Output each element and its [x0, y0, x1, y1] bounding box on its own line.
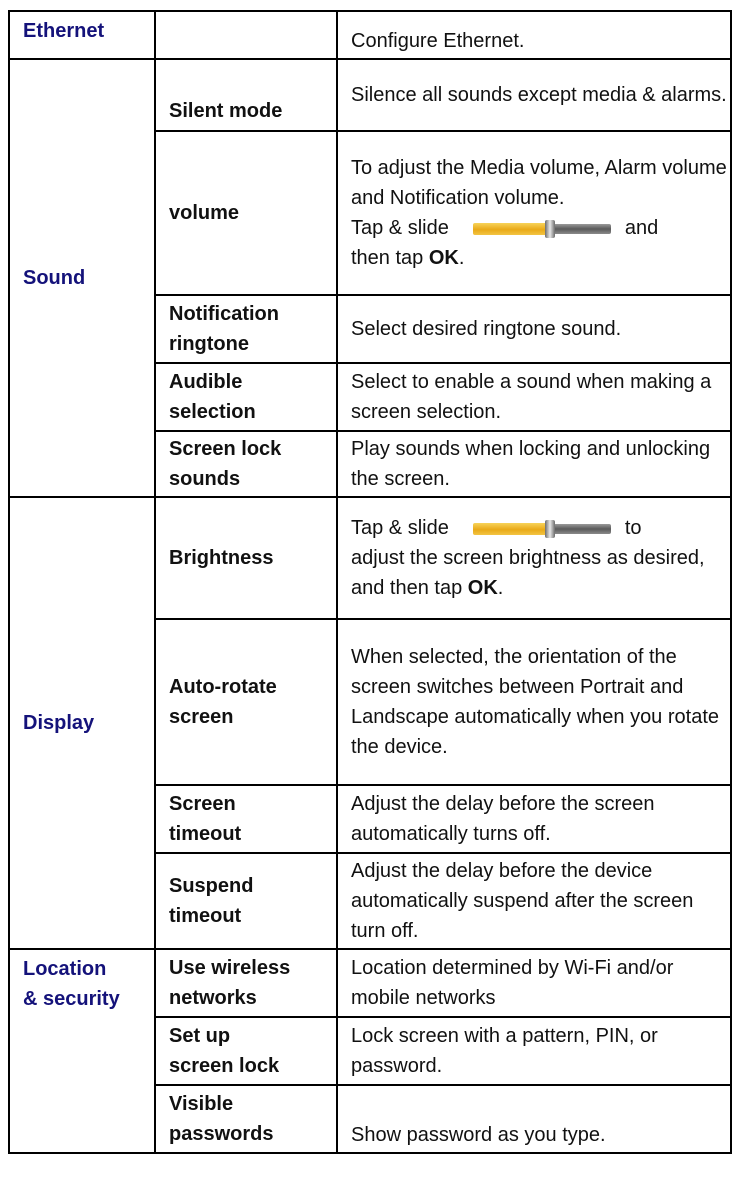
slider-thumb[interactable]	[545, 519, 556, 538]
brightness-tap-text: Tap & slide	[351, 517, 449, 539]
visible-pw-label-2: passwords	[169, 1123, 274, 1145]
screen-timeout-label-1: Screen	[169, 793, 236, 815]
brightness-slider[interactable]	[472, 519, 611, 538]
lock-sounds-label-1: Screen lock	[169, 438, 282, 460]
desc-audible-selection: Select to enable a sound when making a s…	[336, 362, 732, 432]
item-auto-rotate: Auto-rotate screen	[154, 618, 338, 786]
row-silent-mode: Sound Silent mode Silence all sounds exc…	[8, 58, 732, 498]
volume-desc-intro: To adjust the Media volume, Alarm volume…	[351, 157, 727, 209]
desc-suspend-timeout: Adjust the delay before the device autom…	[336, 852, 732, 950]
desc-auto-rotate: When selected, the orientation of the sc…	[336, 618, 732, 786]
item-volume: volume	[154, 130, 338, 296]
desc-notification-ringtone: Select desired ringtone sound.	[336, 294, 732, 364]
item-suspend-timeout: Suspend timeout	[154, 852, 338, 950]
brightness-period: .	[497, 577, 504, 599]
slider-thumb[interactable]	[545, 219, 556, 238]
item-screen-lock: Set up screen lock	[154, 1016, 338, 1086]
desc-screen-lock: Lock screen with a pattern, PIN, or pass…	[336, 1016, 732, 1086]
audible-label-1: Audible	[169, 371, 243, 393]
slider-track	[550, 223, 611, 234]
slider-fill	[472, 522, 551, 535]
screen-timeout-label-2: timeout	[169, 823, 242, 845]
row-wireless-networks: Location & security Use wireless networks …	[8, 948, 732, 1154]
wireless-label-1: Use wireless	[169, 957, 291, 979]
auto-rotate-label-2: screen	[169, 706, 234, 728]
brightness-desc-rest: adjust the screen brightness as desired,…	[351, 547, 705, 599]
location-label-2: & security	[23, 988, 120, 1010]
item-brightness: Brightness	[154, 496, 338, 620]
desc-silent-mode: Silence all sounds except media & alarms…	[336, 58, 732, 132]
brightness-to-text: to	[624, 517, 642, 539]
brightness-ok-text: OK	[467, 577, 498, 599]
row-brightness: Display Brightness Tap & slide to adjust …	[8, 496, 732, 950]
desc-ethernet: Configure Ethernet.	[336, 10, 732, 60]
item-screen-lock-sounds: Screen lock sounds	[154, 430, 338, 498]
desc-screen-lock-sounds: Play sounds when locking and unlocking t…	[336, 430, 732, 498]
volume-period: .	[458, 247, 465, 269]
screen-lock-label-1: Set up	[169, 1025, 231, 1047]
category-display: Display	[8, 496, 156, 950]
category-sound: Sound	[8, 58, 156, 498]
notification-label-2: ringtone	[169, 333, 249, 355]
desc-screen-timeout: Adjust the delay before the screen autom…	[336, 784, 732, 854]
category-ethernet: Ethernet	[8, 10, 156, 60]
desc-visible-passwords: Show password as you type.	[336, 1084, 732, 1154]
slider-track	[550, 523, 611, 534]
desc-volume: To adjust the Media volume, Alarm volume…	[336, 130, 732, 296]
item-wireless-networks: Use wireless networks	[154, 948, 338, 1018]
item-notification-ringtone: Notification ringtone	[154, 294, 338, 364]
screen-lock-label-2: screen lock	[169, 1055, 280, 1077]
volume-and-text: and	[624, 217, 659, 239]
item-visible-passwords: Visible passwords	[154, 1084, 338, 1154]
visible-pw-label-1: Visible	[169, 1093, 234, 1115]
suspend-timeout-label-2: timeout	[169, 905, 242, 927]
location-label-1: Location	[23, 958, 107, 980]
suspend-timeout-label-1: Suspend	[169, 875, 254, 897]
item-screen-timeout: Screen timeout	[154, 784, 338, 854]
notification-label-1: Notification	[169, 303, 279, 325]
volume-ok-text: OK	[428, 247, 459, 269]
item-ethernet-empty	[154, 10, 338, 60]
audible-label-2: selection	[169, 401, 256, 423]
row-ethernet: Ethernet Configure Ethernet.	[8, 10, 732, 60]
volume-slider[interactable]	[472, 219, 611, 238]
category-location-security: Location & security	[8, 948, 156, 1154]
auto-rotate-label-1: Auto-rotate	[169, 676, 277, 698]
settings-table: Ethernet Configure Ethernet. Sound Silen…	[8, 10, 732, 1154]
slider-fill	[472, 222, 551, 235]
item-silent-mode: Silent mode	[154, 58, 338, 132]
volume-tap-text: Tap & slide	[351, 217, 449, 239]
volume-then-tap-text: then tap	[351, 247, 424, 269]
lock-sounds-label-2: sounds	[169, 468, 241, 490]
item-audible-selection: Audible selection	[154, 362, 338, 432]
desc-wireless-networks: Location determined by Wi-Fi and/or mobi…	[336, 948, 732, 1018]
desc-brightness: Tap & slide to adjust the screen brightne…	[336, 496, 732, 620]
wireless-label-2: networks	[169, 987, 257, 1009]
